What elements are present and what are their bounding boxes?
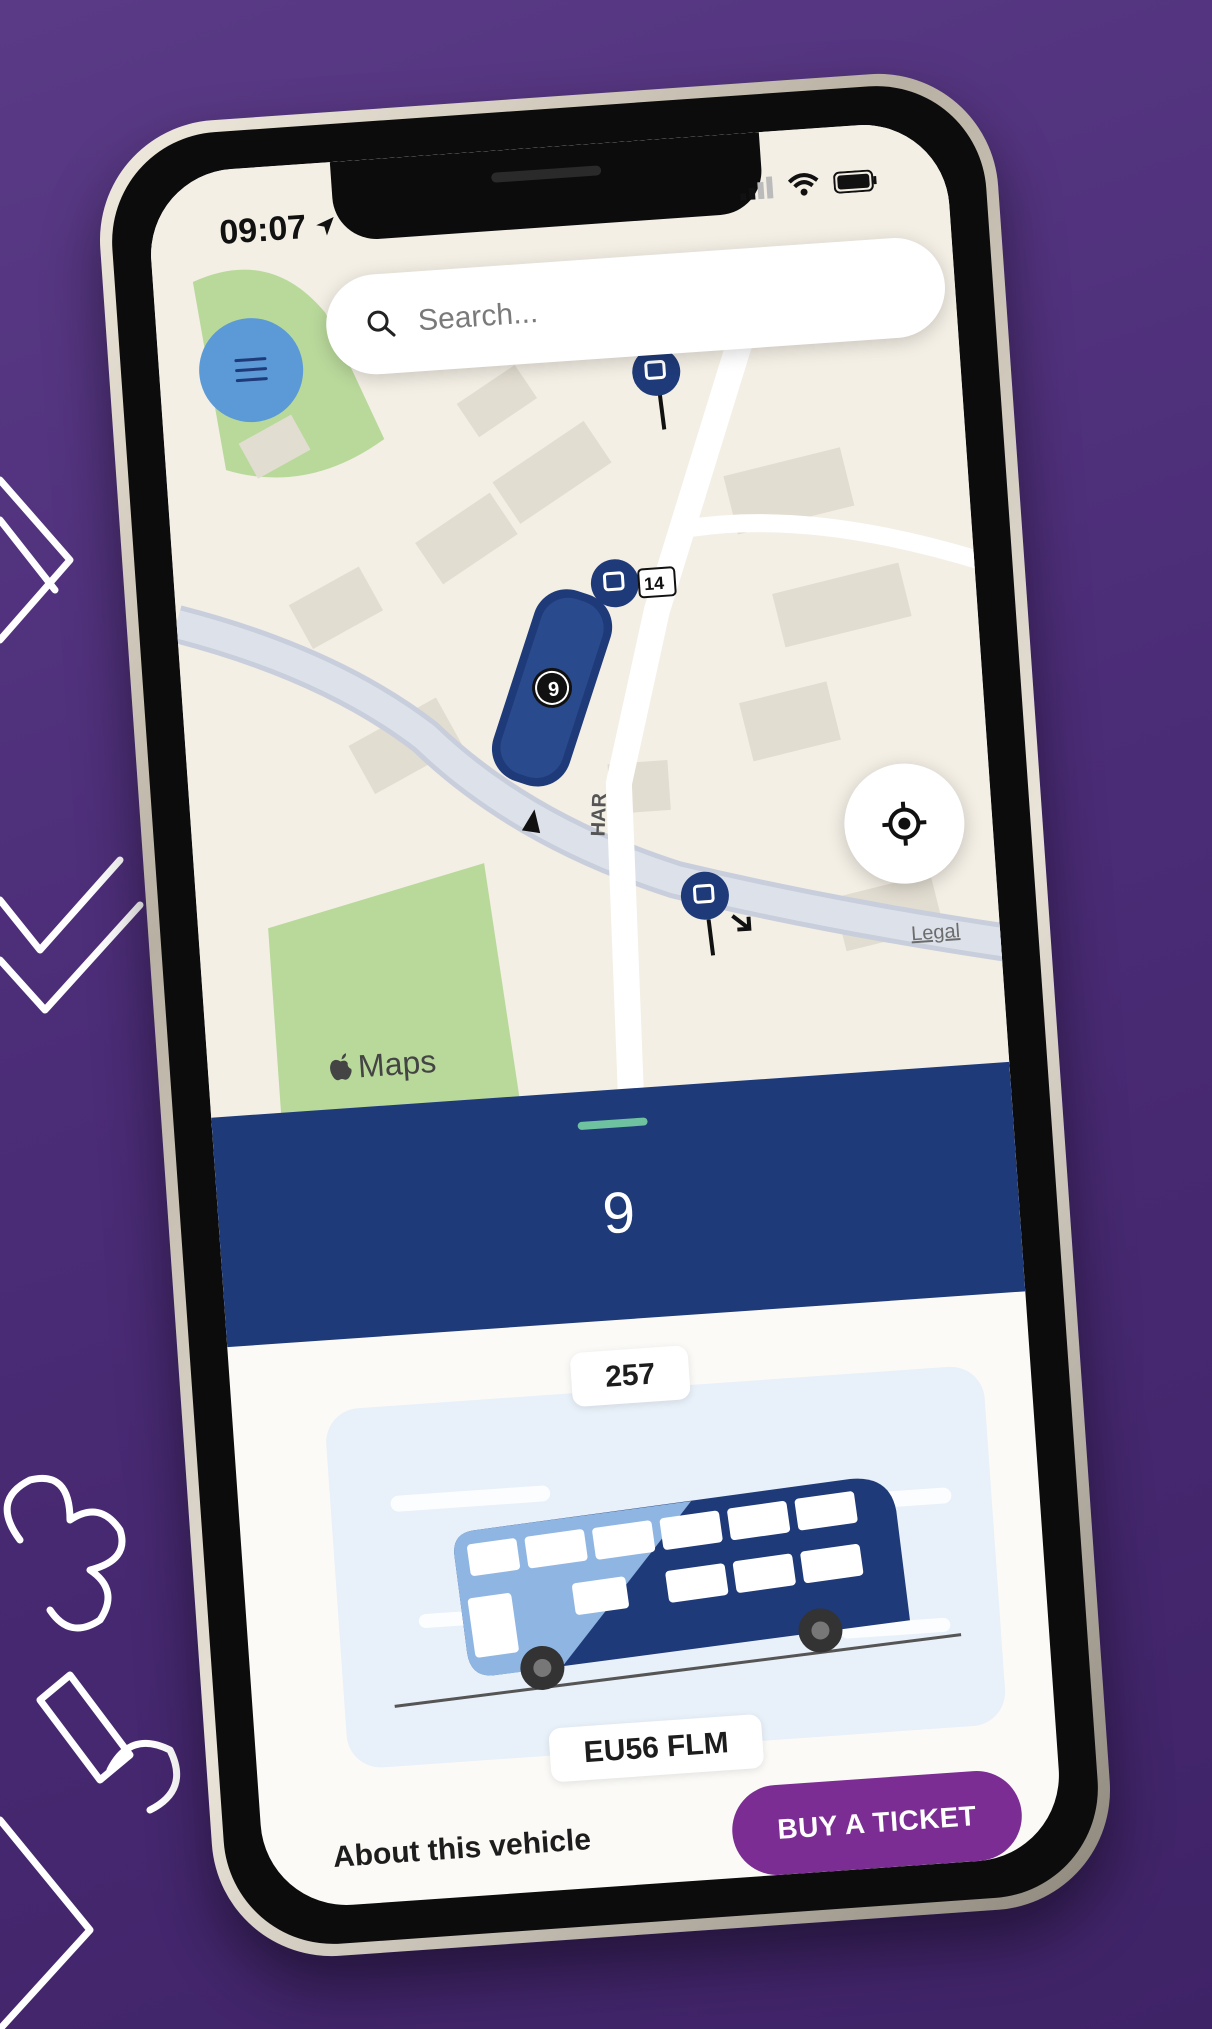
vehicle-illustration-card <box>323 1364 1008 1770</box>
bus-marker-route: 9 <box>547 678 560 701</box>
cellular-signal-icon <box>740 176 774 201</box>
wifi-icon <box>787 173 819 196</box>
fleet-number-badge: 257 <box>569 1345 692 1408</box>
time-text: 09:07 <box>218 207 308 252</box>
legal-link[interactable]: Legal <box>910 920 960 946</box>
check-badge-icon <box>336 1903 380 1911</box>
side-road <box>689 514 1002 576</box>
maps-label: Maps <box>356 1042 438 1085</box>
speaker <box>490 165 602 183</box>
status-time: 09:07 <box>218 206 337 253</box>
feature-app-tickets: App tickets <box>336 1892 537 1911</box>
street-label: HAR <box>588 792 612 837</box>
double-decker-bus-illustration <box>390 1478 962 1708</box>
search-input[interactable] <box>414 272 861 340</box>
app-screen: 09:07 9 HAR 14 Search... Maps Legal 9 25… <box>145 119 1065 1911</box>
phone-bezel: 09:07 9 HAR 14 Search... Maps Legal 9 25… <box>104 78 1106 1952</box>
apple-logo-icon <box>330 1052 352 1080</box>
buy-ticket-button[interactable]: BUY A TICKET <box>729 1767 1025 1878</box>
park-area <box>268 863 522 1128</box>
feature-label: App tickets <box>399 1896 538 1911</box>
sheet-grabber[interactable] <box>577 1117 648 1131</box>
phone-frame: 09:07 9 HAR 14 Search... Maps Legal 9 25… <box>91 65 1119 1965</box>
stop-badge-label: 14 <box>643 573 664 594</box>
location-arrow-icon <box>316 216 334 236</box>
about-vehicle-heading: About this vehicle <box>331 1823 593 1874</box>
maps-attribution: Maps <box>327 1043 438 1087</box>
crosshair-icon <box>882 801 927 846</box>
battery-icon <box>833 169 877 194</box>
search-icon <box>367 310 396 337</box>
hamburger-icon <box>234 357 268 383</box>
route-number: 9 <box>600 1179 638 1247</box>
